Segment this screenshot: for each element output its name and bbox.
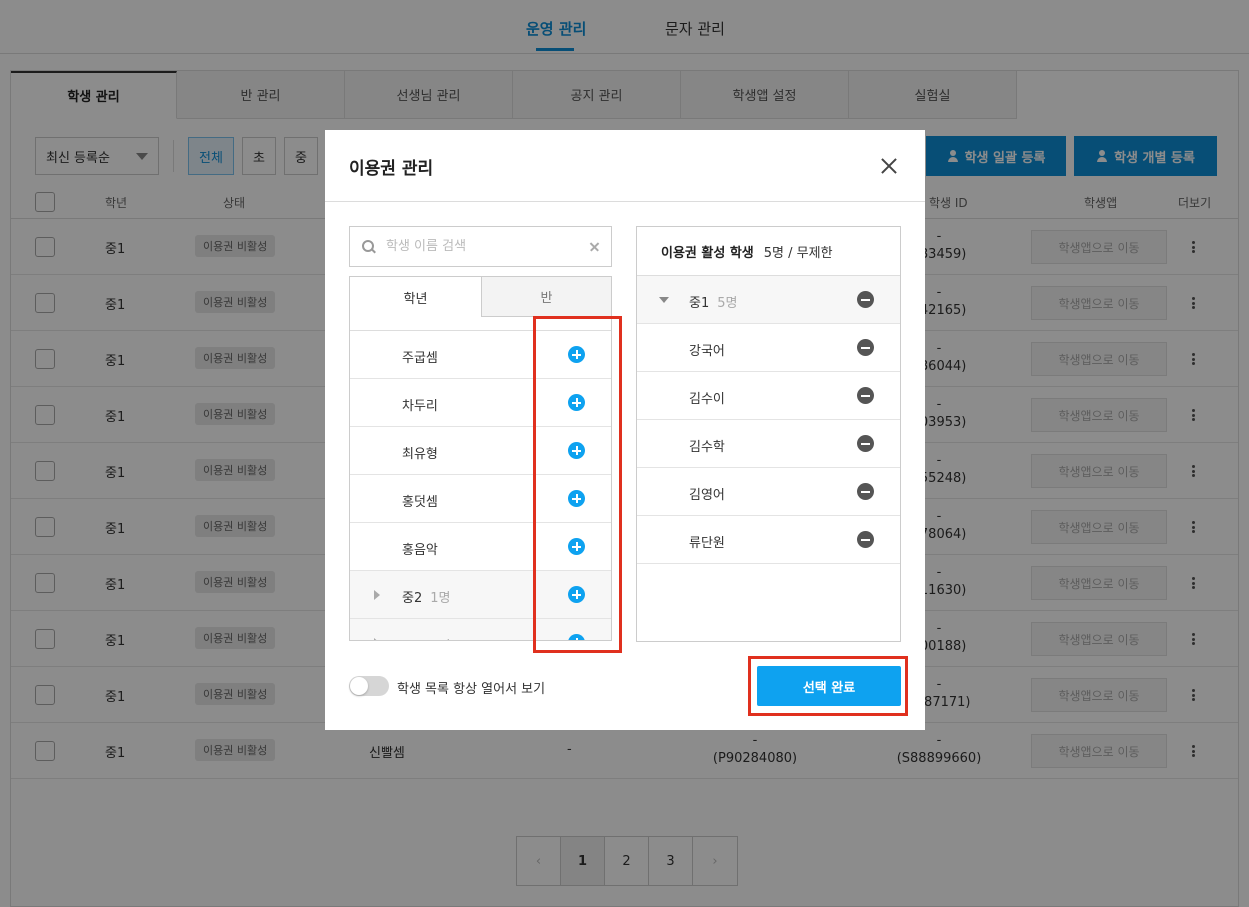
group-label: 고1 — [402, 639, 422, 640]
group-name: 중2 1명 — [402, 587, 450, 606]
student-name: 차두리 — [402, 399, 438, 414]
active-students-panel: 이용권 활성 학생 5명 / 무제한 중1 5명 강국어 김수이 김수학 김영어 … — [636, 226, 901, 642]
highlight-confirm-button — [748, 656, 908, 716]
active-students-title: 이용권 활성 학생 — [661, 245, 754, 261]
modal-title: 이용권 관리 — [349, 159, 434, 179]
picker-tabs: 학년 반 — [350, 277, 611, 317]
tab-grade[interactable]: 학년 — [350, 277, 481, 317]
toggle-label: 학생 목록 항상 열어서 보기 — [397, 682, 546, 697]
remove-icon[interactable] — [857, 483, 874, 500]
remove-icon[interactable] — [857, 435, 874, 452]
student-name: 주굽셈 — [402, 351, 438, 366]
student-name: 홍음악 — [402, 543, 438, 558]
grade-group-item[interactable]: 중1 5명 — [637, 276, 900, 324]
student-name: 김영어 — [689, 488, 725, 503]
remove-icon[interactable] — [857, 531, 874, 548]
group-name: 중1 5명 — [689, 292, 737, 311]
always-open-toggle[interactable] — [349, 676, 389, 696]
group-label: 중2 — [402, 591, 423, 606]
student-name: 강국어 — [689, 344, 725, 359]
group-name: 고1 1명 — [402, 635, 450, 640]
highlight-add-buttons — [533, 316, 622, 653]
list-item: 김영어 — [637, 468, 900, 516]
tab-class[interactable]: 반 — [481, 277, 611, 317]
modal-header: 이용권 관리 — [325, 130, 925, 202]
list-item: 류단원 — [637, 516, 900, 564]
active-students-count: 5명 / 무제한 — [763, 245, 833, 261]
remove-icon[interactable] — [857, 387, 874, 404]
student-name: 최유형 — [402, 447, 438, 462]
caret-down-icon[interactable] — [659, 297, 669, 303]
caret-right-icon[interactable] — [374, 638, 380, 640]
student-name: 류단원 — [689, 536, 725, 551]
close-icon[interactable] — [877, 154, 901, 178]
list-item: 강국어 — [637, 324, 900, 372]
student-name: 김수학 — [689, 440, 725, 455]
student-search-input[interactable] — [386, 239, 589, 254]
student-search-box — [349, 226, 612, 267]
remove-icon[interactable] — [857, 339, 874, 356]
student-name: 홍덧셈 — [402, 495, 438, 510]
list-item: 김수이 — [637, 372, 900, 420]
group-label: 중1 — [689, 296, 710, 311]
group-count: 1명 — [430, 591, 451, 606]
voucher-management-modal: 이용권 관리 학년 반 주굽셈 차두리 최유형 홍덧셈 — [325, 130, 925, 730]
search-icon — [362, 239, 376, 254]
active-students-header: 이용권 활성 학생 5명 / 무제한 — [637, 227, 900, 276]
caret-right-icon[interactable] — [374, 590, 380, 600]
list-item: 김수학 — [637, 420, 900, 468]
clear-icon[interactable] — [589, 242, 599, 252]
group-count: 5명 — [717, 296, 738, 311]
remove-icon[interactable] — [857, 291, 874, 308]
student-name: 김수이 — [689, 392, 725, 407]
group-count: 1명 — [430, 639, 450, 640]
